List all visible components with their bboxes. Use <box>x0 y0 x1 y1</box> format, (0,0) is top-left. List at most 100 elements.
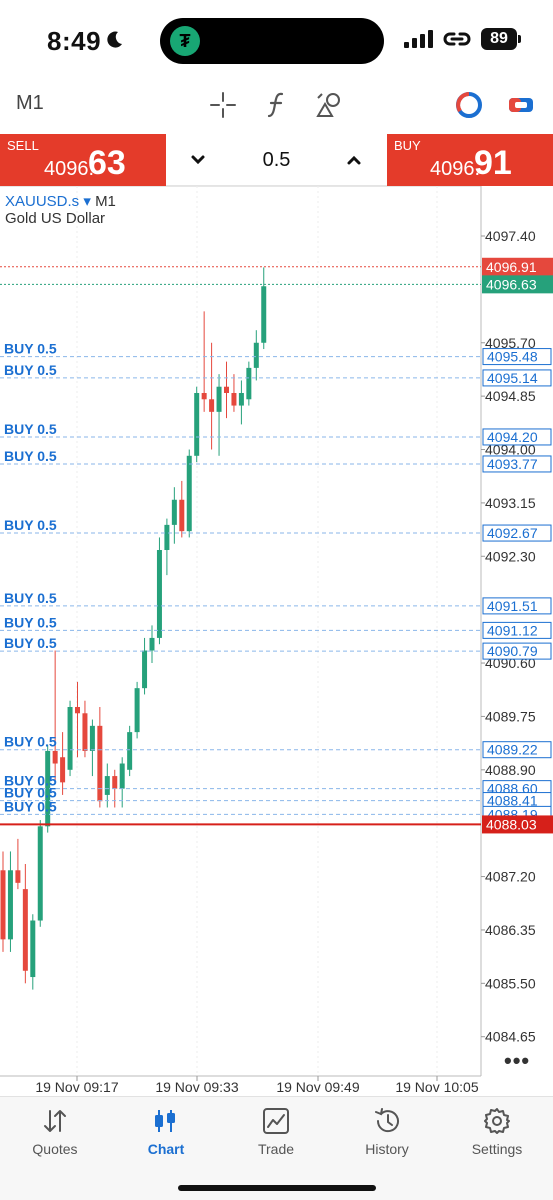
buy-button[interactable]: BUY 4096. 91 <box>387 134 553 186</box>
nav-quotes[interactable]: Quotes <box>5 1107 105 1167</box>
ask-price-label: 4096.91 <box>486 259 537 275</box>
candle-body <box>60 757 66 783</box>
candle-body <box>164 524 170 550</box>
more-options-icon[interactable]: ••• <box>504 1048 530 1074</box>
chevron-up-icon[interactable] <box>342 148 366 172</box>
last-price-label: 4088.03 <box>486 816 537 832</box>
candle-body <box>7 870 13 940</box>
price-label: 4093.15 <box>485 495 536 511</box>
price-label: 4084.65 <box>485 1029 536 1045</box>
price-label: 4087.20 <box>485 869 536 885</box>
time-label: 19 Nov 09:33 <box>155 1079 238 1095</box>
objects-icon[interactable] <box>314 90 344 120</box>
signal-icon <box>404 30 433 48</box>
link-icon <box>443 32 471 46</box>
bid-price-label: 4096.63 <box>486 276 537 292</box>
history-icon <box>375 1108 399 1133</box>
sell-price-digits: 63 <box>88 144 126 182</box>
candle-body <box>127 732 133 770</box>
candle-body <box>104 776 110 795</box>
nav-settings[interactable]: Settings <box>447 1107 547 1167</box>
buy-label: BUY <box>394 138 421 153</box>
symbol-description: Gold US Dollar <box>5 210 106 227</box>
order-price-label: 4095.48 <box>487 349 538 365</box>
order-price-label: 4091.51 <box>487 598 538 614</box>
candle-body <box>30 920 36 978</box>
trade-panel-icon[interactable] <box>506 90 536 120</box>
sell-price-prefix: 4096. <box>44 158 95 180</box>
trade-bar: SELL 4096. 63 0.5 BUY 4096. 91 <box>0 134 553 186</box>
order-label: BUY 0.5 <box>4 734 57 750</box>
sell-label: SELL <box>7 138 39 153</box>
chart-timeframe: M1 <box>95 193 116 210</box>
price-label: 4086.35 <box>485 922 536 938</box>
candle-body <box>209 399 215 412</box>
nav-trade[interactable]: Trade <box>226 1107 326 1167</box>
order-label: BUY 0.5 <box>4 635 57 651</box>
candle-body <box>75 707 80 714</box>
candle-body <box>37 826 43 921</box>
tether-icon: ₮ <box>170 26 200 56</box>
buy-price-digits: 91 <box>474 144 512 182</box>
candle-body <box>231 393 237 406</box>
candle-body <box>201 393 207 400</box>
candle-body <box>216 386 222 412</box>
time-label: 19 Nov 10:05 <box>395 1079 478 1095</box>
order-price-label: 4093.77 <box>487 456 538 472</box>
moon-icon <box>107 31 122 48</box>
order-label: BUY 0.5 <box>4 448 57 464</box>
nav-chart[interactable]: Chart <box>116 1107 216 1167</box>
one-click-trading-icon[interactable] <box>454 90 484 120</box>
symbol-name: XAUUSD.s <box>5 193 80 210</box>
price-label: 4092.30 <box>485 548 536 564</box>
candle-body <box>261 286 267 343</box>
candle-body <box>186 455 192 532</box>
time-label: 19 Nov 09:17 <box>35 1079 118 1095</box>
symbol-header[interactable]: XAUUSD.s ▾ M1 <box>5 192 116 210</box>
candle-body <box>179 499 185 532</box>
candle-body <box>112 776 118 789</box>
time-label: 19 Nov 09:49 <box>276 1079 359 1095</box>
status-bar: 8:49 ₮ 89 <box>0 0 553 80</box>
candle-body <box>142 650 148 689</box>
crosshair-icon[interactable] <box>208 90 238 120</box>
indicators-icon[interactable] <box>262 90 292 120</box>
price-label: 4097.40 <box>485 228 536 244</box>
candle-body <box>89 725 95 751</box>
price-label: 4094.85 <box>485 388 536 404</box>
candle-body <box>52 750 58 764</box>
order-price-label: 4091.12 <box>487 622 538 638</box>
order-label: BUY 0.5 <box>4 798 57 814</box>
order-label: BUY 0.5 <box>4 614 57 630</box>
candle-body <box>134 688 140 733</box>
order-price-label: 4094.20 <box>487 429 538 445</box>
order-price-label: 4090.79 <box>487 643 538 659</box>
order-price-label: 4092.67 <box>487 525 538 541</box>
order-label: BUY 0.5 <box>4 517 57 533</box>
price-label: 4088.90 <box>485 762 536 778</box>
price-label: 4089.75 <box>485 708 536 724</box>
candle-body <box>22 889 28 971</box>
sell-button[interactable]: SELL 4096. 63 <box>0 134 166 186</box>
candle-body <box>156 550 162 638</box>
battery-indicator: 89 <box>481 28 521 50</box>
timeframe-selector[interactable]: M1 <box>16 92 44 115</box>
bottom-nav: Quotes Chart Trade History Settings <box>0 1096 553 1200</box>
candle-body <box>224 386 229 393</box>
symbol-dropdown-icon[interactable]: ▾ <box>83 193 91 210</box>
order-label: BUY 0.5 <box>4 341 57 357</box>
trade-chart-icon <box>263 1108 289 1134</box>
quotes-icon <box>44 1110 66 1132</box>
candle-body <box>194 393 200 456</box>
candlestick-chart-icon <box>155 1110 175 1132</box>
order-label: BUY 0.5 <box>4 362 57 378</box>
price-chart[interactable]: 19 Nov 09:17 19 Nov 09:33 19 Nov 09:49 19 N… <box>0 185 553 1096</box>
candle-body <box>171 499 177 525</box>
candle-body <box>0 870 6 940</box>
order-price-label: 4095.14 <box>487 370 538 386</box>
candle-body <box>119 763 125 789</box>
chart-canvas[interactable]: 19 Nov 09:17 19 Nov 09:33 19 Nov 09:49 19 N… <box>0 185 553 1096</box>
nav-history[interactable]: History <box>337 1107 437 1167</box>
candle-body <box>253 342 259 368</box>
candle-body <box>97 725 103 802</box>
